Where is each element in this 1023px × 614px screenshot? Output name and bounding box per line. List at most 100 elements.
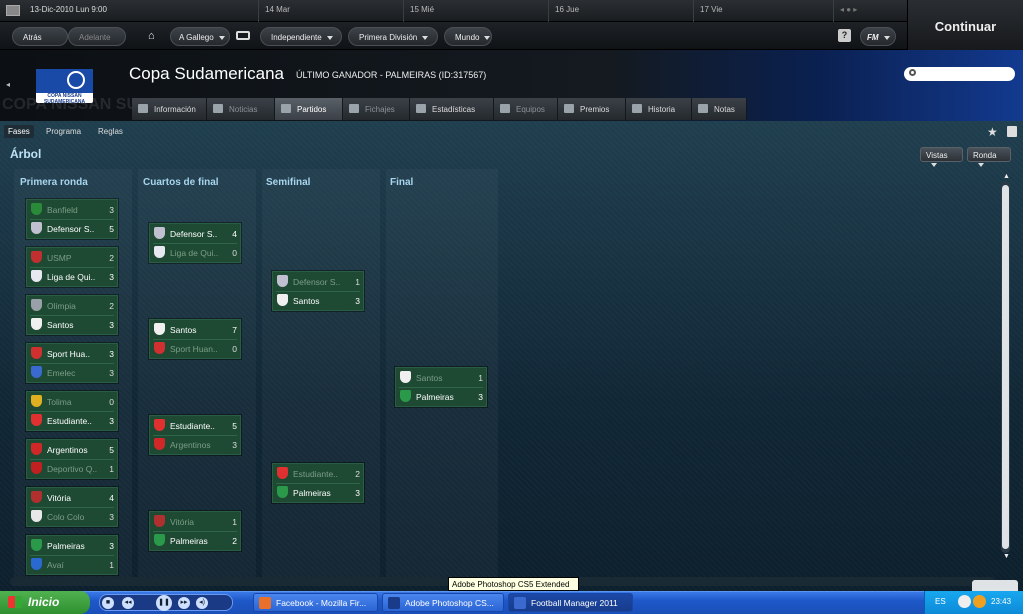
last-winner[interactable]: ÚLTIMO GANADOR - PALMEIRAS (ID:317567) xyxy=(296,70,486,80)
tab-notas[interactable]: Notas xyxy=(692,98,747,120)
calendar-day[interactable]: 16 Jue xyxy=(548,0,693,22)
team-row[interactable]: Liga de Qui.. 3 xyxy=(27,267,117,286)
home-icon[interactable]: ⌂ xyxy=(148,30,155,42)
team-name[interactable]: Vitória xyxy=(47,493,71,503)
match-box[interactable]: Tolima 0 Estudiante.. 3 xyxy=(26,391,118,431)
taskbar-item[interactable]: Adobe Photoshop CS... xyxy=(382,593,504,612)
volume-icon[interactable]: ◂) xyxy=(196,597,208,609)
team-name[interactable]: Tolima xyxy=(47,397,72,407)
match-box[interactable]: Estudiante.. 2 Palmeiras 3 xyxy=(272,463,364,503)
tab-historia[interactable]: Historia xyxy=(626,98,692,120)
match-box[interactable]: Defensor S.. 1 Santos 3 xyxy=(272,271,364,311)
team-name[interactable]: Emelec xyxy=(47,368,75,378)
notepad-icon[interactable] xyxy=(1007,126,1017,137)
club-menu[interactable]: Independiente xyxy=(260,27,342,46)
views-button[interactable]: Vistas xyxy=(920,147,963,167)
calendar-day[interactable]: 17 Vie xyxy=(693,0,833,22)
team-name[interactable]: Estudiante.. xyxy=(170,421,215,431)
team-row[interactable]: Defensor S.. 4 xyxy=(150,224,240,243)
team-row[interactable]: Tolima 0 xyxy=(27,392,117,411)
inbox-icon[interactable] xyxy=(236,31,250,40)
team-row[interactable]: Sport Huan.. 0 xyxy=(150,339,240,358)
continue-button[interactable]: Continuar xyxy=(907,0,1023,50)
tab-informacion[interactable]: Información xyxy=(132,98,207,120)
team-row[interactable]: Palmeiras 3 xyxy=(396,387,486,406)
team-name[interactable]: Palmeiras xyxy=(170,536,208,546)
team-name[interactable]: Estudiante.. xyxy=(47,416,92,426)
team-row[interactable]: Santos 7 xyxy=(150,320,240,339)
calendar-icon[interactable] xyxy=(6,5,20,16)
match-box[interactable]: Sport Hua.. 3 Emelec 3 xyxy=(26,343,118,383)
team-row[interactable]: Estudiante.. 2 xyxy=(273,464,363,483)
team-row[interactable]: USMP 2 xyxy=(27,248,117,267)
taskbar-item[interactable]: Facebook - Mozilla Fir... xyxy=(253,593,378,612)
match-box[interactable]: Banfield 3 Defensor S.. 5 xyxy=(26,199,118,239)
team-row[interactable]: Avaí 1 xyxy=(27,555,117,574)
team-name[interactable]: Argentinos xyxy=(47,445,88,455)
forward-button[interactable]: Adelante xyxy=(68,27,126,46)
team-name[interactable]: Estudiante.. xyxy=(293,469,338,479)
team-row[interactable]: Defensor S.. 1 xyxy=(273,272,363,291)
team-name[interactable]: Santos xyxy=(170,325,196,335)
team-name[interactable]: Sport Huan.. xyxy=(170,344,218,354)
team-name[interactable]: USMP xyxy=(47,253,72,263)
team-name[interactable]: Argentinos xyxy=(170,440,211,450)
team-name[interactable]: Liga de Qui.. xyxy=(47,272,95,282)
team-row[interactable]: Palmeiras 2 xyxy=(150,531,240,550)
team-name[interactable]: Deportivo Q.. xyxy=(47,464,97,474)
match-box[interactable]: Estudiante.. 5 Argentinos 3 xyxy=(149,415,241,455)
scroll-up-icon[interactable]: ▲ xyxy=(1003,173,1010,180)
team-row[interactable]: Deportivo Q.. 1 xyxy=(27,459,117,478)
tab-fichajes[interactable]: Fichajes xyxy=(343,98,410,120)
back-button[interactable]: Atrás xyxy=(12,27,68,46)
match-box[interactable]: Santos 7 Sport Huan.. 0 xyxy=(149,319,241,359)
team-name[interactable]: Defensor S.. xyxy=(47,224,94,234)
world-menu[interactable]: Mundo xyxy=(444,27,492,46)
team-name[interactable]: Palmeiras xyxy=(293,488,331,498)
team-row[interactable]: Emelec 3 xyxy=(27,363,117,382)
search-input[interactable] xyxy=(904,67,1015,81)
team-name[interactable]: Olimpia xyxy=(47,301,76,311)
team-row[interactable]: Estudiante.. 5 xyxy=(150,416,240,435)
team-name[interactable]: Palmeiras xyxy=(416,392,454,402)
calendar-day[interactable]: 15 Mié xyxy=(403,0,548,22)
match-box[interactable]: Olimpia 2 Santos 3 xyxy=(26,295,118,335)
team-row[interactable]: Santos 1 xyxy=(396,368,486,387)
subtab-programa[interactable]: Programa xyxy=(42,125,85,138)
division-menu[interactable]: Primera División xyxy=(348,27,438,46)
team-row[interactable]: Palmeiras 3 xyxy=(27,536,117,555)
team-row[interactable]: Vitória 1 xyxy=(150,512,240,531)
team-row[interactable]: Defensor S.. 5 xyxy=(27,219,117,238)
taskbar-item[interactable]: Football Manager 2011 xyxy=(508,593,633,612)
match-box[interactable]: Defensor S.. 4 Liga de Qui.. 0 xyxy=(149,223,241,263)
match-box[interactable]: Argentinos 5 Deportivo Q.. 1 xyxy=(26,439,118,479)
team-name[interactable]: Defensor S.. xyxy=(170,229,217,239)
scroll-down-icon[interactable]: ▼ xyxy=(1003,553,1010,560)
match-box[interactable]: USMP 2 Liga de Qui.. 3 xyxy=(26,247,118,287)
team-name[interactable]: Santos xyxy=(416,373,442,383)
team-name[interactable]: Vitória xyxy=(170,517,194,527)
tab-premios[interactable]: Premios xyxy=(558,98,626,120)
language-indicator[interactable]: ES xyxy=(935,597,946,606)
collapse-arrow-icon[interactable]: ◂ xyxy=(6,80,10,89)
team-name[interactable]: Santos xyxy=(293,296,319,306)
team-row[interactable]: Colo Colo 3 xyxy=(27,507,117,526)
team-name[interactable]: Palmeiras xyxy=(47,541,85,551)
team-row[interactable]: Santos 3 xyxy=(27,315,117,334)
round-button[interactable]: Ronda xyxy=(967,147,1011,167)
tab-estadisticas[interactable]: Estadísticas xyxy=(410,98,494,120)
team-row[interactable]: Argentinos 3 xyxy=(150,435,240,454)
match-box[interactable]: Vitória 1 Palmeiras 2 xyxy=(149,511,241,551)
tray-icon[interactable] xyxy=(958,595,971,608)
calendar-day[interactable]: 14 Mar xyxy=(258,0,403,22)
match-box[interactable]: Vitória 4 Colo Colo 3 xyxy=(26,487,118,527)
team-name[interactable]: Sport Hua.. xyxy=(47,349,90,359)
vertical-scrollbar[interactable]: ▲ ▼ xyxy=(1001,173,1010,560)
previous-icon[interactable]: ◂◂ xyxy=(122,597,134,609)
team-row[interactable]: Estudiante.. 3 xyxy=(27,411,117,430)
next-icon[interactable]: ▸▸ xyxy=(178,597,190,609)
help-button[interactable]: ? xyxy=(838,29,851,42)
scrollbar-thumb[interactable] xyxy=(1002,185,1009,549)
team-row[interactable]: Argentinos 5 xyxy=(27,440,117,459)
fm-menu[interactable]: FM xyxy=(860,27,896,46)
